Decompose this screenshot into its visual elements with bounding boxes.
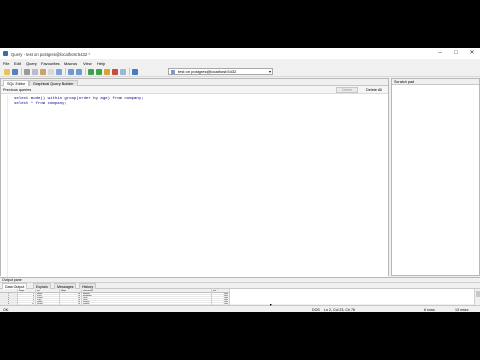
column-age: age integer 24 24 24 24 24 24	[60, 289, 82, 305]
line-gutter	[1, 95, 8, 277]
status-query-time: 13 msec	[455, 307, 469, 312]
redo-icon[interactable]	[76, 68, 82, 75]
menu-edit[interactable]: Edit	[14, 61, 21, 66]
status-cursor-position: Ln 2, Col 23, Ch 76	[324, 307, 355, 312]
paste-icon[interactable]	[40, 68, 46, 75]
results-grid: 1 2 3 4 5 6 id integer 1 4 5 6 7 11 name t…	[0, 289, 474, 305]
sql-line-1: select mode() within group(order by age)…	[14, 97, 144, 101]
status-message: OK.	[3, 307, 10, 312]
pgadmin-app-icon	[3, 51, 8, 56]
open-file-icon[interactable]	[4, 68, 10, 75]
execute-file-icon[interactable]	[96, 68, 102, 75]
find-icon[interactable]	[56, 68, 62, 75]
scratch-pad-label: Scratch pad	[392, 79, 479, 85]
copy-icon[interactable]	[32, 68, 38, 75]
column-address: address character(50) Mumbai Bangalore De…	[82, 289, 212, 305]
explain-icon[interactable]	[104, 68, 110, 75]
toolbar: test on postgres@localhost:5432 ▾	[0, 66, 480, 77]
window-title: Query - test on postgres@localhost:5432 …	[11, 51, 90, 57]
menu-macros[interactable]: Macros	[64, 61, 77, 66]
column-name: name text Meeta Sashi Kumar Priya Ramul V…	[36, 289, 60, 305]
results-scrollbar[interactable]	[474, 289, 480, 305]
cut-icon[interactable]	[24, 68, 30, 75]
maximize-button[interactable]: □	[448, 48, 464, 59]
sql-editor-panel: SQL Editor Graphical Query Builder Previ…	[0, 78, 389, 277]
scratch-pad-panel: Scratch pad	[391, 78, 480, 276]
sql-line-2: select * from company;	[14, 102, 67, 106]
delete-button[interactable]: Delete	[336, 87, 358, 93]
undo-icon[interactable]	[68, 68, 74, 75]
status-bar: OK. DOS Ln 2, Col 23, Ch 76 6 rows. 13 m…	[0, 305, 480, 312]
clear-icon[interactable]	[48, 68, 54, 75]
menu-view[interactable]: View	[83, 61, 92, 66]
sql-text-area[interactable]: select mode() within group(order by age)…	[1, 95, 388, 277]
title-bar: Query - test on postgres@localhost:5432 …	[0, 48, 480, 59]
execute-icon[interactable]	[88, 68, 94, 75]
scrollbar-thumb[interactable]	[476, 291, 480, 297]
status-row-count: 6 rows.	[424, 307, 436, 312]
connection-value: test on postgres@localhost:5432	[178, 69, 237, 74]
menu-file[interactable]: File	[3, 61, 9, 66]
output-pane: Output pane Data Output Explain Messages…	[0, 277, 480, 305]
close-button[interactable]: ✕	[464, 48, 480, 59]
chevron-down-icon: ▾	[268, 69, 271, 74]
pgadmin-query-window: Query - test on postgres@localhost:5432 …	[0, 48, 480, 312]
menu-favourites[interactable]: Favourites	[41, 61, 60, 66]
menu-query[interactable]: Query	[26, 61, 37, 66]
help-icon[interactable]	[132, 68, 138, 75]
mouse-cursor	[270, 304, 272, 306]
status-encoding: DOS	[312, 307, 320, 312]
column-id: id integer 1 4 5 6 7 11	[18, 289, 36, 305]
column-salary: salary real 4000 4000 2000 3000 5000 5000	[212, 289, 230, 305]
previous-queries-bar: Previous queries Delete Delete All	[1, 86, 388, 94]
explain-analyze-icon[interactable]	[120, 68, 126, 75]
minimize-button[interactable]: –	[432, 48, 448, 59]
menu-help[interactable]: Help	[97, 61, 105, 66]
database-icon	[171, 70, 175, 74]
previous-queries-label[interactable]: Previous queries	[3, 88, 31, 92]
editor-tabs: SQL Editor Graphical Query Builder	[1, 79, 388, 86]
save-file-icon[interactable]	[12, 68, 18, 75]
row-number-column: 1 2 3 4 5 6	[0, 289, 18, 305]
delete-all-button[interactable]: Delete All	[366, 88, 382, 92]
menu-bar: File Edit Query Favourites Macros View H…	[0, 59, 480, 66]
connection-select[interactable]: test on postgres@localhost:5432 ▾	[168, 68, 273, 75]
cancel-query-icon[interactable]	[112, 68, 118, 75]
